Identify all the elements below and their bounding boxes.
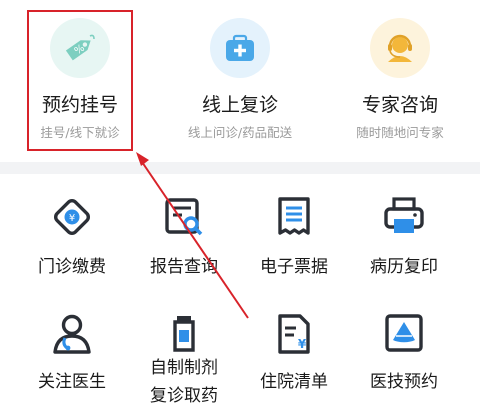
payment-diamond-icon: ¥	[53, 198, 91, 236]
grid-item-outpatient-payment[interactable]: ¥ 门诊缴费	[12, 195, 132, 285]
e-receipt-icon	[278, 197, 310, 235]
doctor-icon	[53, 314, 91, 354]
grid-item-self-made-preparation[interactable]: 自制制剂 复诊取药	[124, 312, 244, 407]
service-online-revisit[interactable]: 线上复诊 线上问诊/药品配送	[160, 0, 320, 160]
service-title: 线上复诊	[201, 94, 278, 116]
service-subtitle: 线上问诊/药品配送	[187, 125, 293, 140]
medicine-bottle-icon	[173, 316, 195, 352]
grid-item-medical-tech-appointment[interactable]: 医技预约	[344, 312, 464, 407]
grid-item-label: 门诊缴费	[38, 257, 106, 277]
headset-doctor-icon	[370, 18, 430, 78]
grid-item-label: 电子票据	[260, 257, 328, 277]
grid-item-label: 住院清单	[260, 372, 328, 392]
section-divider	[0, 162, 480, 174]
grid-item-label: 病历复印	[370, 257, 438, 277]
service-expert-consult[interactable]: 专家咨询 随时随地问专家	[320, 0, 480, 160]
grid-item-report-query[interactable]: 报告查询	[124, 195, 244, 285]
grid-item-record-copy[interactable]: 病历复印	[344, 195, 464, 285]
grid-item-e-receipt[interactable]: 电子票据	[234, 195, 354, 285]
ultrasound-icon	[385, 314, 423, 352]
grid-item-label: 报告查询	[150, 257, 218, 277]
medical-kit-icon	[210, 18, 270, 78]
grid-item-label-line1: 自制制剂	[150, 358, 218, 378]
svg-text:¥: ¥	[69, 213, 75, 224]
grid-item-hospital-bill[interactable]: ¥ 住院清单	[234, 312, 354, 407]
report-search-icon	[165, 198, 203, 236]
grid-item-label: 关注医生	[38, 372, 106, 392]
service-title: 专家咨询	[361, 94, 438, 116]
grid-item-label-line2: 复诊取药	[150, 386, 218, 406]
grid-item-follow-doctor[interactable]: 关注医生	[12, 312, 132, 407]
highlight-box	[27, 10, 133, 151]
grid-item-label: 医技预约	[370, 372, 438, 392]
top-services: % 预约挂号 挂号/线下就诊 线上复诊 线上问诊/药品配送 专家咨询 随时随地问…	[0, 0, 480, 160]
service-subtitle: 随时随地问专家	[356, 125, 444, 140]
printer-icon	[384, 197, 424, 233]
hospital-bill-icon: ¥	[278, 314, 310, 354]
svg-text:¥: ¥	[298, 337, 307, 351]
